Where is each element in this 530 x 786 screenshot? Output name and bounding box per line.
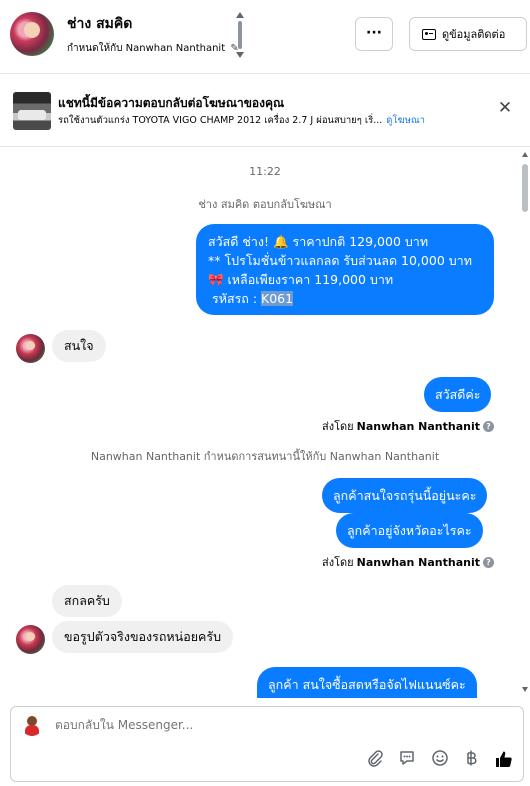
- incoming-message-bubble[interactable]: สกลครับ: [52, 585, 122, 617]
- offer-code-label: รหัสรถ :: [211, 291, 262, 306]
- offer-line-2: ** โปรโมชั่นข้าวแลกลด รับส่วนลด 10,000 บ…: [208, 253, 472, 268]
- outgoing-message-bubble[interactable]: ลูกค้าอยู่จังหวัดอะไรคะ: [336, 513, 483, 548]
- view-contact-info-label: ดูข้อมูลติดต่อ: [442, 28, 506, 41]
- help-icon[interactable]: ?: [483, 420, 494, 432]
- scrollbar-thumb[interactable]: [522, 164, 528, 212]
- scroll-up-icon[interactable]: [522, 152, 528, 157]
- assignment-note: Nanwhan Nanthanit กำหนดการสนทนานี้ให้กับ…: [90, 450, 440, 463]
- sent-by-note: ส่งโดย Nanwhan Nanthanit ?: [322, 553, 494, 571]
- message-timestamp: 11:22: [249, 165, 281, 178]
- emoji-icon[interactable]: [430, 749, 450, 769]
- offer-line-3: 🎀 เหลือเพียงราคา 119,000 บาท: [208, 272, 394, 287]
- reply-input[interactable]: [55, 718, 475, 732]
- reply-to-ad-note: ช่าง สมคิด ตอบกลับโฆษณา: [198, 198, 332, 211]
- sent-by-label: ส่งโดย: [322, 420, 354, 433]
- sent-by-agent: Nanwhan Nanthanit: [356, 555, 480, 569]
- help-icon[interactable]: ?: [483, 556, 494, 568]
- saved-replies-icon[interactable]: [397, 749, 417, 769]
- chat-scrollbar[interactable]: [520, 150, 530, 692]
- sent-by-label: ส่งโดย: [322, 556, 354, 569]
- close-icon[interactable]: ✕: [496, 99, 514, 117]
- offer-message-bubble[interactable]: สวัสดี ช่าง! 🔔 ราคาปกติ 129,000 บาท ** โ…: [196, 224, 494, 315]
- contact-avatar[interactable]: [10, 12, 54, 56]
- sent-by-agent: Nanwhan Nanthanit: [356, 419, 480, 433]
- more-options-button[interactable]: ···: [355, 17, 393, 51]
- outgoing-message-bubble[interactable]: ลูกค้า สนใจซื้อสดหรือจัดไฟแนนซ์คะ: [257, 667, 477, 698]
- view-ad-link[interactable]: ดูโฆษณา: [386, 115, 425, 126]
- attachment-icon[interactable]: [365, 749, 385, 769]
- incoming-message-bubble[interactable]: ขอรูปตัวจริงของรถหน่อยครับ: [52, 621, 234, 653]
- assigned-to-label: กำหนดให้กับ Nanwhan Nanthanit: [67, 43, 226, 54]
- contact-avatar-small: [16, 334, 45, 363]
- id-card-icon: [422, 28, 436, 40]
- contact-name[interactable]: ช่าง สมคิด: [67, 13, 132, 35]
- outgoing-message-bubble[interactable]: สวัสดีค่ะ: [424, 377, 492, 412]
- contact-avatar-small: [16, 625, 45, 654]
- ad-banner-title: แชทนี้มีข้อความตอบกลับต่อโฆษณาของคุณ: [58, 96, 285, 110]
- scroll-stepper[interactable]: [234, 12, 246, 58]
- scroll-down-icon[interactable]: [522, 687, 528, 692]
- baht-icon[interactable]: [461, 749, 481, 769]
- ad-description: รถใช้งานตัวแกร่ง TOYOTA VIGO CHAMP 2012 …: [58, 115, 383, 126]
- outgoing-message-bubble[interactable]: ลูกค้าสนใจรถรุ่นนี้อยู่นะคะ: [322, 478, 488, 513]
- incoming-message-bubble[interactable]: สนใจ: [52, 330, 106, 362]
- assigned-to[interactable]: กำหนดให้กับ Nanwhan Nanthanit ✎: [67, 41, 239, 56]
- chevron-down-icon[interactable]: [236, 52, 244, 58]
- offer-line-1: สวัสดี ช่าง! 🔔 ราคาปกติ 129,000 บาท: [208, 234, 429, 249]
- offer-code: K061: [261, 291, 294, 306]
- offer-code-line: รหัสรถ : K061: [208, 289, 482, 308]
- chevron-up-icon[interactable]: [236, 12, 244, 18]
- ad-banner-subtitle: รถใช้งานตัวแกร่ง TOYOTA VIGO CHAMP 2012 …: [58, 113, 425, 128]
- ad-thumbnail: [13, 92, 51, 130]
- sent-by-note: ส่งโดย Nanwhan Nanthanit ?: [322, 417, 494, 435]
- agent-avatar: [21, 714, 43, 736]
- view-contact-info-button[interactable]: ดูข้อมูลติดต่อ: [409, 17, 527, 51]
- like-icon[interactable]: [494, 749, 514, 769]
- stepper-bar: [238, 21, 242, 49]
